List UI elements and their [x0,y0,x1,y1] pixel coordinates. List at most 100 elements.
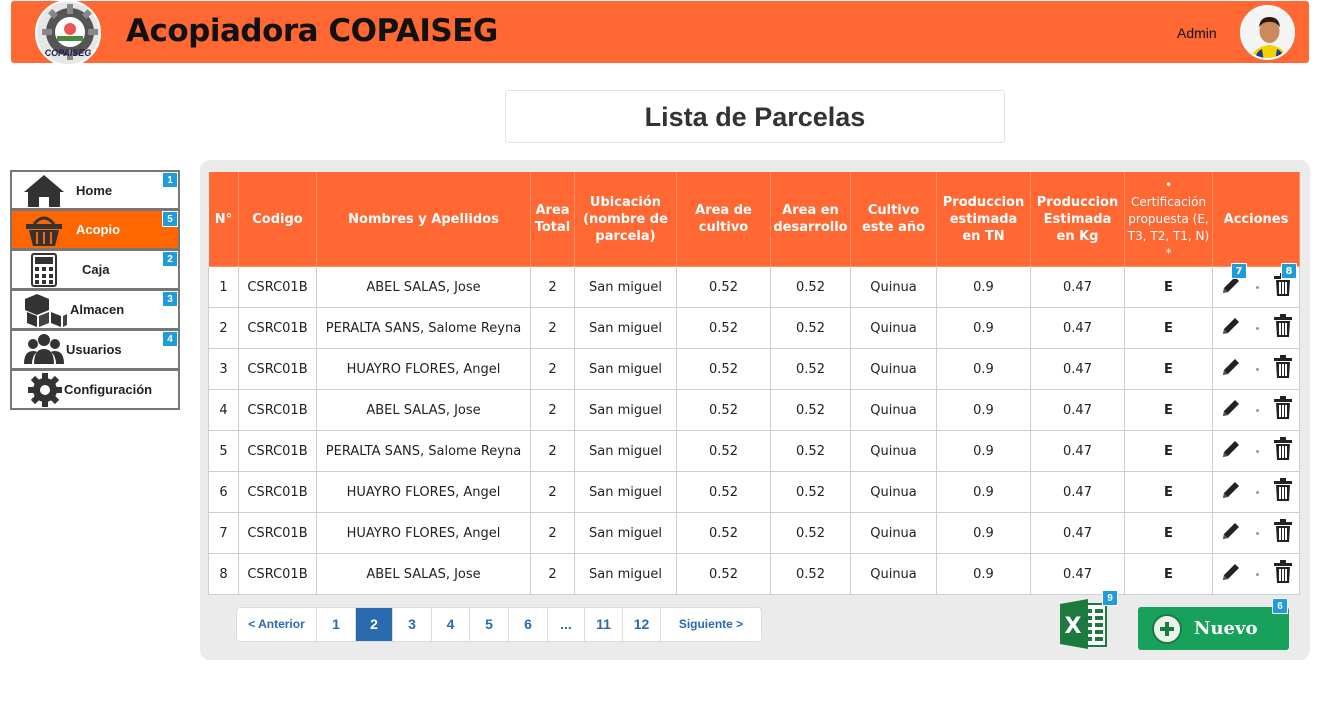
edit-icon[interactable] [1220,315,1242,341]
table-cell: 0.52 [770,389,851,431]
table-cell: 0.9 [936,266,1031,308]
table-cell: 5 [208,430,239,472]
table-cell: 6 [208,471,239,513]
edit-icon[interactable] [1220,356,1242,382]
edit-icon[interactable] [1220,397,1242,423]
user-name[interactable]: Admin [1177,25,1217,41]
separator-dot [1255,490,1259,494]
table-cell: ABEL SALAS, Jose [316,553,531,595]
page-link[interactable]: 12 [623,608,661,641]
trash-icon[interactable] [1273,560,1293,588]
page-link[interactable]: 3 [393,608,432,641]
table-cell: 0.9 [936,553,1031,595]
column-header: Acciones [1212,171,1300,267]
row-actions [1213,472,1299,512]
actions-cell [1212,348,1300,390]
sidebar-item-almacen[interactable]: Almacen 3 [10,290,180,330]
edit-icon[interactable] [1220,561,1242,587]
user-avatar[interactable] [1240,5,1295,60]
row-actions [1213,349,1299,389]
table-cell: HUAYRO FLORES, Angel [316,471,531,513]
table-cell: 0.47 [1030,553,1125,595]
parcelas-table: N° Codigo Nombres y Apellidos Area Total… [208,171,1300,595]
excel-export-button[interactable]: X 9 [1058,590,1118,650]
excel-badge: 9 [1102,590,1118,606]
table-cell: E [1124,266,1213,308]
sidebar-item-home[interactable]: Home 1 [10,170,180,210]
table-cell: 2 [530,389,575,431]
table-cell: 2 [530,553,575,595]
trash-icon[interactable] [1273,519,1293,547]
sidebar-item-label: Usuarios [66,342,122,357]
company-logo[interactable]: COPAISEG [35,0,101,66]
trash-icon[interactable] [1273,437,1293,465]
table-cell: 0.47 [1030,389,1125,431]
separator-dot [1255,326,1259,330]
page-link[interactable]: 4 [432,608,470,641]
separator-dot [1255,531,1259,535]
column-header: Cultivo este año [850,171,937,267]
page-link[interactable]: 5 [470,608,509,641]
trash-icon[interactable] [1273,355,1293,383]
table-cell: 0.52 [770,348,851,390]
table-cell: 0.52 [770,512,851,554]
row-actions [1213,390,1299,430]
sidebar-item-acopio[interactable]: Acopio 5 [10,210,180,250]
table-row: 2 CSRC01B PERALTA SANS, Salome Reyna 2 San m… [208,307,1300,349]
svg-text:X: X [1065,614,1082,639]
edit-icon[interactable] [1220,479,1242,505]
column-header: Area de cultivo [676,171,771,267]
sidebar-item-caja[interactable]: Caja 2 [10,250,180,290]
separator-dot [1255,367,1259,371]
table-cell: San miguel [574,512,677,554]
table-cell: HUAYRO FLORES, Angel [316,348,531,390]
trash-icon[interactable] [1273,314,1293,342]
column-header: Produccion Estimada en Kg [1030,171,1125,267]
column-header: Area Total [530,171,575,267]
trash-icon[interactable] [1273,478,1293,506]
table-cell: 0.47 [1030,471,1125,513]
top-header: COPAISEG Acopiadora COPAISEG Admin [11,0,1309,66]
sidebar-item-configuracion[interactable]: Configuración [10,370,180,410]
page-link-current[interactable]: 2 [356,608,393,641]
new-parcela-button[interactable]: Nuevo 6 [1138,598,1289,650]
row-actions: 78 [1213,263,1299,307]
table-cell: E [1124,512,1213,554]
edit-icon[interactable] [1220,438,1242,464]
pagination-prev[interactable]: < Anterior [237,608,317,641]
delete-badge: 8 [1281,263,1297,279]
trash-icon[interactable] [1273,396,1293,424]
table-row: 1 CSRC01B ABEL SALAS, Jose 2 San miguel 0.52 0… [208,263,1300,308]
column-header: Produccion estimada en TN [936,171,1031,267]
sidebar-item-label: Home [76,182,113,198]
column-header: N° [208,171,239,267]
table-cell: San miguel [574,430,677,472]
table-cell: 2 [208,307,239,349]
actions-cell [1212,389,1300,431]
table-cell: E [1124,430,1213,472]
table-cell: CSRC01B [238,266,317,308]
table-cell: 0.9 [936,389,1031,431]
page-link[interactable]: 1 [317,608,356,641]
table-cell: Quinua [850,553,937,595]
pagination: < Anterior 1 2 3 4 5 6 ... 11 12 Siguien… [236,607,762,642]
table-cell: Quinua [850,307,937,349]
column-header: Area en desarrollo [770,171,851,267]
menu-badge: 1 [162,172,178,188]
table-cell: 0.52 [676,512,771,554]
table-cell: 0.9 [936,307,1031,349]
sidebar-item-usuarios[interactable]: Usuarios 4 [10,330,180,370]
page-link[interactable]: 11 [585,608,623,641]
edit-badge: 7 [1231,263,1247,279]
table-cell: E [1124,553,1213,595]
table-cell: 4 [208,389,239,431]
table-cell: E [1124,348,1213,390]
table-cell: ABEL SALAS, Jose [316,266,531,308]
edit-icon[interactable] [1220,520,1242,546]
table-cell: San miguel [574,266,677,308]
page-link[interactable]: 6 [509,608,548,641]
table-cell: 2 [530,307,575,349]
pagination-next[interactable]: Siguiente > [661,608,761,641]
table-cell: Quinua [850,266,937,308]
sidebar-item-label: Almacen [70,302,125,317]
